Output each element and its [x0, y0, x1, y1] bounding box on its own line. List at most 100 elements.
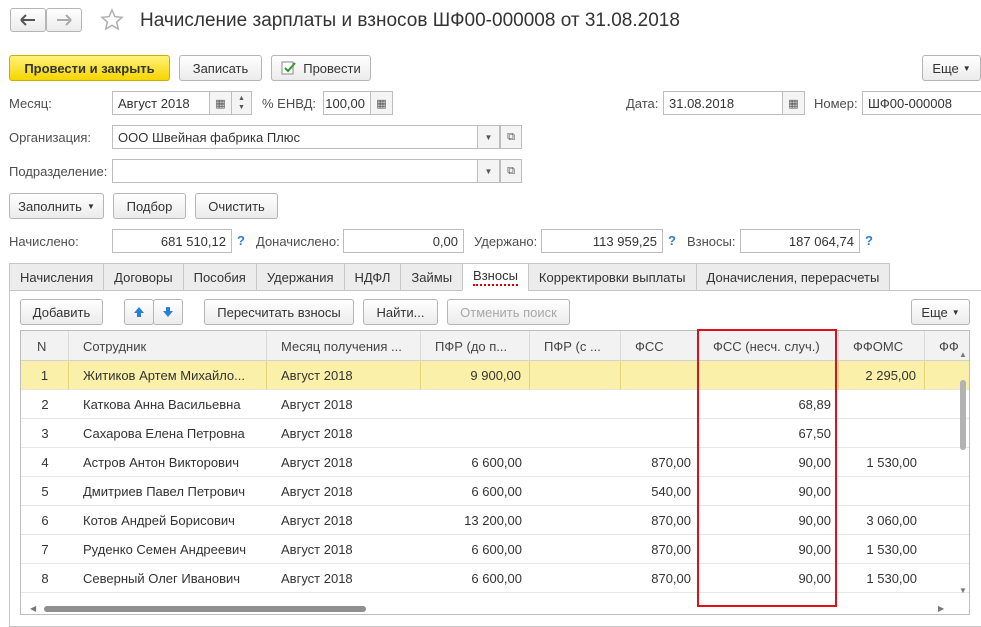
- post-and-close-button[interactable]: Провести и закрыть: [9, 55, 170, 81]
- cell-employee[interactable]: Котов Андрей Борисович: [69, 506, 267, 535]
- tab-deductions[interactable]: Удержания: [255, 263, 344, 291]
- table-row[interactable]: 5 Дмитриев Павел Петрович Август 2018 6 600…: [21, 477, 969, 506]
- cell-fss[interactable]: 540,00: [621, 477, 699, 506]
- vertical-scroll-thumb[interactable]: [960, 380, 966, 450]
- contributions-help-icon[interactable]: ?: [865, 233, 873, 248]
- table-row[interactable]: 4 Астров Антон Викторович Август 2018 6 600…: [21, 448, 969, 477]
- cell-month[interactable]: Август 2018: [267, 477, 421, 506]
- cell-pfr-after[interactable]: [530, 535, 621, 564]
- cell-pfr-before[interactable]: [421, 390, 530, 419]
- cell-pfr-before[interactable]: 9 900,00: [421, 361, 530, 390]
- department-open-button[interactable]: ⧉: [500, 159, 522, 183]
- cell-ffoms[interactable]: [839, 390, 925, 419]
- cell-employee[interactable]: Житиков Артем Михайло...: [69, 361, 267, 390]
- tab-recalculations[interactable]: Доначисления, перерасчеты: [695, 263, 891, 291]
- col-n[interactable]: N: [21, 331, 69, 361]
- cell-n[interactable]: 5: [21, 477, 69, 506]
- cell-employee[interactable]: Астров Антон Викторович: [69, 448, 267, 477]
- cell-employee[interactable]: Северный Олег Иванович: [69, 564, 267, 593]
- scroll-left-arrow[interactable]: ◀: [30, 604, 36, 613]
- table-row[interactable]: 1 Житиков Артем Михайло... Август 2018 9 90…: [21, 361, 969, 390]
- organization-dropdown-button[interactable]: ▼: [478, 125, 500, 149]
- clear-button[interactable]: Очистить: [195, 193, 278, 219]
- accrued-help-icon[interactable]: ?: [237, 233, 245, 248]
- col-month[interactable]: Месяц получения ...: [267, 331, 421, 361]
- horizontal-scrollbar[interactable]: ◀ ▶: [20, 603, 970, 615]
- cell-pfr-after[interactable]: [530, 506, 621, 535]
- add-button[interactable]: Добавить: [20, 299, 103, 325]
- save-button[interactable]: Записать: [179, 55, 262, 81]
- cell-fss[interactable]: [621, 419, 699, 448]
- contributions-table[interactable]: N Сотрудник Месяц получения ... ПФР (до …: [20, 330, 970, 615]
- date-calendar-button[interactable]: ▦: [783, 91, 805, 115]
- cell-fss[interactable]: 870,00: [621, 535, 699, 564]
- organization-open-button[interactable]: ⧉: [500, 125, 522, 149]
- cell-month[interactable]: Август 2018: [267, 535, 421, 564]
- move-down-button[interactable]: [153, 299, 183, 325]
- cell-fss-accident[interactable]: 90,00: [699, 448, 839, 477]
- cell-ffoms[interactable]: 1 530,00: [839, 448, 925, 477]
- move-up-button[interactable]: [124, 299, 154, 325]
- cell-pfr-before[interactable]: [421, 419, 530, 448]
- pick-button[interactable]: Подбор: [113, 193, 186, 219]
- cell-pfr-before[interactable]: 6 600,00: [421, 535, 530, 564]
- col-fss[interactable]: ФСС: [621, 331, 699, 361]
- number-field[interactable]: ШФ00-000008: [862, 91, 981, 115]
- cell-month[interactable]: Август 2018: [267, 390, 421, 419]
- table-row[interactable]: 8 Северный Олег Иванович Август 2018 6 600,…: [21, 564, 969, 593]
- envd-field[interactable]: 100,00: [323, 91, 371, 115]
- cell-month[interactable]: Август 2018: [267, 361, 421, 390]
- cell-n[interactable]: 8: [21, 564, 69, 593]
- cell-fss-accident[interactable]: 90,00: [699, 477, 839, 506]
- withheld-help-icon[interactable]: ?: [668, 233, 676, 248]
- table-row[interactable]: 3 Сахарова Елена Петровна Август 2018 67,50: [21, 419, 969, 448]
- cell-fss[interactable]: 870,00: [621, 506, 699, 535]
- favorite-star-icon[interactable]: [100, 8, 124, 35]
- cell-pfr-after[interactable]: [530, 477, 621, 506]
- cell-n[interactable]: 7: [21, 535, 69, 564]
- horizontal-scroll-thumb[interactable]: [44, 606, 366, 612]
- col-fss-accident[interactable]: ФСС (несч. случ.): [699, 331, 839, 361]
- cell-fss-accident[interactable]: 67,50: [699, 419, 839, 448]
- cell-n[interactable]: 3: [21, 419, 69, 448]
- cell-ffoms[interactable]: [839, 419, 925, 448]
- cell-fss-accident[interactable]: 90,00: [699, 506, 839, 535]
- cell-pfr-after[interactable]: [530, 564, 621, 593]
- cell-ffoms[interactable]: 2 295,00: [839, 361, 925, 390]
- table-row[interactable]: 2 Каткова Анна Васильевна Август 2018 68,89: [21, 390, 969, 419]
- department-dropdown-button[interactable]: ▼: [478, 159, 500, 183]
- find-button[interactable]: Найти...: [363, 299, 438, 325]
- cell-month[interactable]: Август 2018: [267, 448, 421, 477]
- more-button[interactable]: Еще ▼: [922, 55, 981, 81]
- cell-ffoms[interactable]: [839, 477, 925, 506]
- month-calendar-button[interactable]: ▦: [210, 91, 232, 115]
- col-pfr-after[interactable]: ПФР (с ...: [530, 331, 621, 361]
- col-pfr-before[interactable]: ПФР (до п...: [421, 331, 530, 361]
- cell-pfr-before[interactable]: 6 600,00: [421, 448, 530, 477]
- cell-employee[interactable]: Сахарова Елена Петровна: [69, 419, 267, 448]
- back-button[interactable]: [10, 8, 46, 32]
- cell-fss-accident[interactable]: [699, 361, 839, 390]
- cancel-search-button[interactable]: Отменить поиск: [447, 299, 570, 325]
- month-spin-button[interactable]: ▲ ▼: [232, 91, 252, 115]
- department-field[interactable]: [112, 159, 478, 183]
- scroll-down-arrow[interactable]: ▼: [959, 586, 967, 595]
- recalculate-contributions-button[interactable]: Пересчитать взносы: [204, 299, 354, 325]
- cell-fss[interactable]: [621, 361, 699, 390]
- tab-accruals[interactable]: Начисления: [9, 263, 104, 291]
- cell-ffoms[interactable]: 1 530,00: [839, 535, 925, 564]
- cell-pfr-before[interactable]: 13 200,00: [421, 506, 530, 535]
- cell-n[interactable]: 2: [21, 390, 69, 419]
- post-button[interactable]: Провести: [271, 55, 371, 81]
- tab-loans[interactable]: Займы: [400, 263, 463, 291]
- tab-benefits[interactable]: Пособия: [182, 263, 256, 291]
- cell-pfr-before[interactable]: 6 600,00: [421, 477, 530, 506]
- cell-pfr-after[interactable]: [530, 390, 621, 419]
- envd-calc-button[interactable]: ▦: [371, 91, 393, 115]
- cell-employee[interactable]: Каткова Анна Васильевна: [69, 390, 267, 419]
- tab-ndfl[interactable]: НДФЛ: [343, 263, 401, 291]
- cell-employee[interactable]: Руденко Семен Андреевич: [69, 535, 267, 564]
- cell-month[interactable]: Август 2018: [267, 564, 421, 593]
- tab-contributions[interactable]: Взносы: [462, 263, 528, 291]
- cell-pfr-before[interactable]: 6 600,00: [421, 564, 530, 593]
